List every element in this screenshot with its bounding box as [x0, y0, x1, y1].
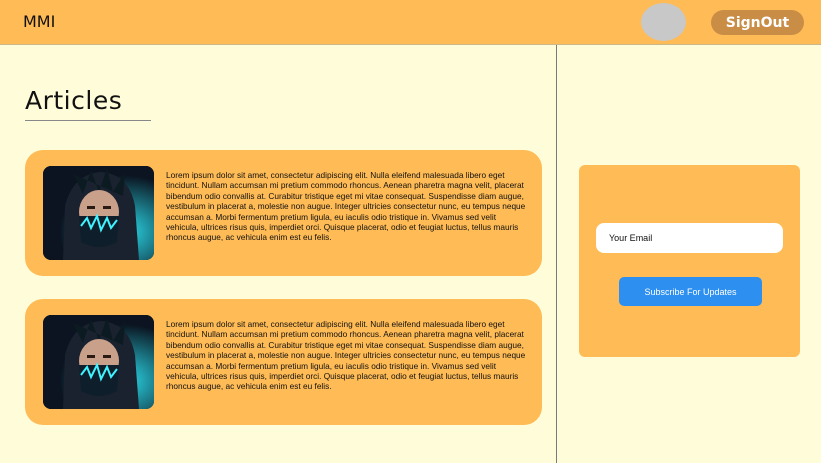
masked-character-icon	[43, 166, 154, 260]
article-body: Lorem ipsum dolor sit amet, consectetur …	[166, 319, 526, 392]
masked-character-icon	[43, 315, 154, 409]
brand-logo[interactable]: MMI	[23, 12, 55, 31]
masked-character-image	[43, 315, 154, 409]
top-bar: MMI SignOut	[0, 0, 821, 45]
article-body: Lorem ipsum dolor sit amet, consectetur …	[166, 170, 526, 243]
page-title: Articles	[25, 86, 123, 115]
article-card[interactable]: Lorem ipsum dolor sit amet, consectetur …	[25, 299, 542, 425]
masked-character-image	[43, 166, 154, 260]
title-underline	[25, 120, 151, 121]
signout-button[interactable]: SignOut	[711, 10, 804, 35]
email-field[interactable]	[596, 223, 783, 253]
avatar[interactable]	[641, 3, 686, 41]
subscribe-panel: Subscribe For Updates	[579, 165, 800, 357]
vertical-divider	[556, 45, 557, 463]
article-card[interactable]: Lorem ipsum dolor sit amet, consectetur …	[25, 150, 542, 276]
subscribe-button[interactable]: Subscribe For Updates	[619, 277, 762, 306]
